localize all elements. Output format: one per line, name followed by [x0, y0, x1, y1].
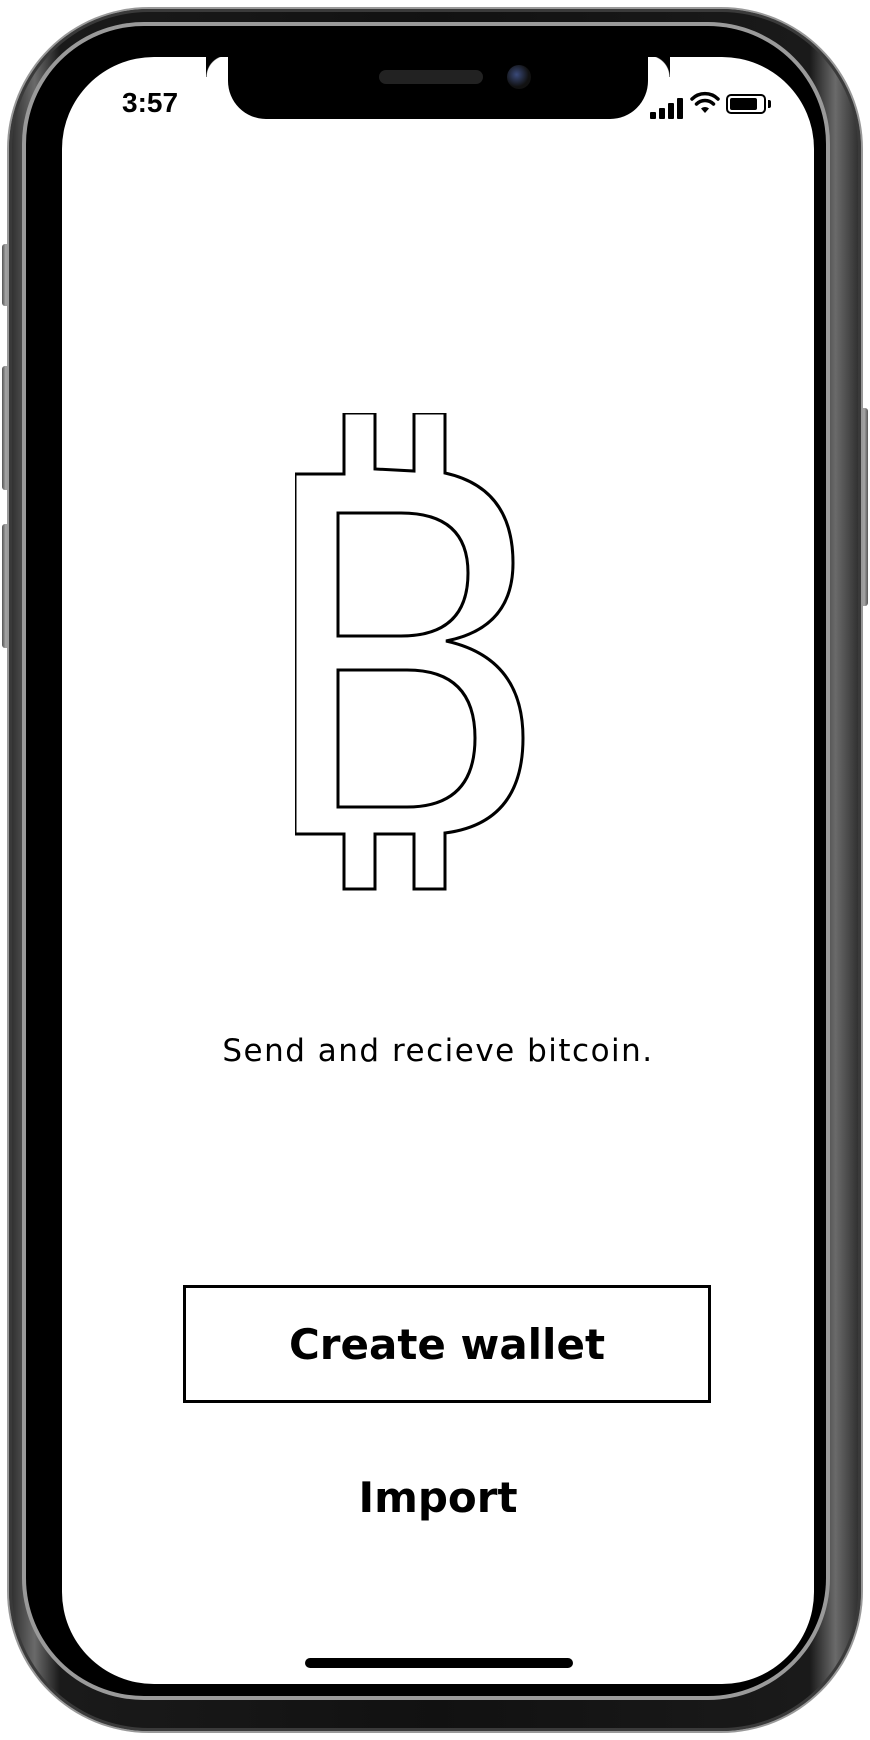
bitcoin-outline [295, 413, 525, 891]
app-screen: 3:57 Send and recieve bitcoin. Create wa… [62, 57, 814, 1684]
create-wallet-label: Create wallet [288, 1319, 606, 1369]
create-wallet-button[interactable]: Create wallet [183, 1285, 711, 1403]
wifi-icon [690, 91, 720, 113]
import-label: Import [358, 1472, 518, 1522]
status-time: 3:57 [122, 87, 179, 118]
battery-level [730, 98, 757, 110]
battery-icon [726, 94, 766, 114]
speaker-grille [379, 70, 483, 84]
tagline: Send and recieve bitcoin. [222, 1033, 654, 1069]
import-button[interactable]: Import [313, 1462, 563, 1532]
status-icons [650, 91, 780, 119]
device-mockup: 3:57 Send and recieve bitcoin. Create wa… [0, 0, 870, 1740]
bitcoin-icon [295, 413, 525, 891]
battery-cap [768, 100, 771, 108]
power-button [860, 408, 868, 606]
front-camera [507, 65, 531, 89]
home-indicator[interactable] [305, 1658, 573, 1668]
notch [228, 57, 670, 119]
